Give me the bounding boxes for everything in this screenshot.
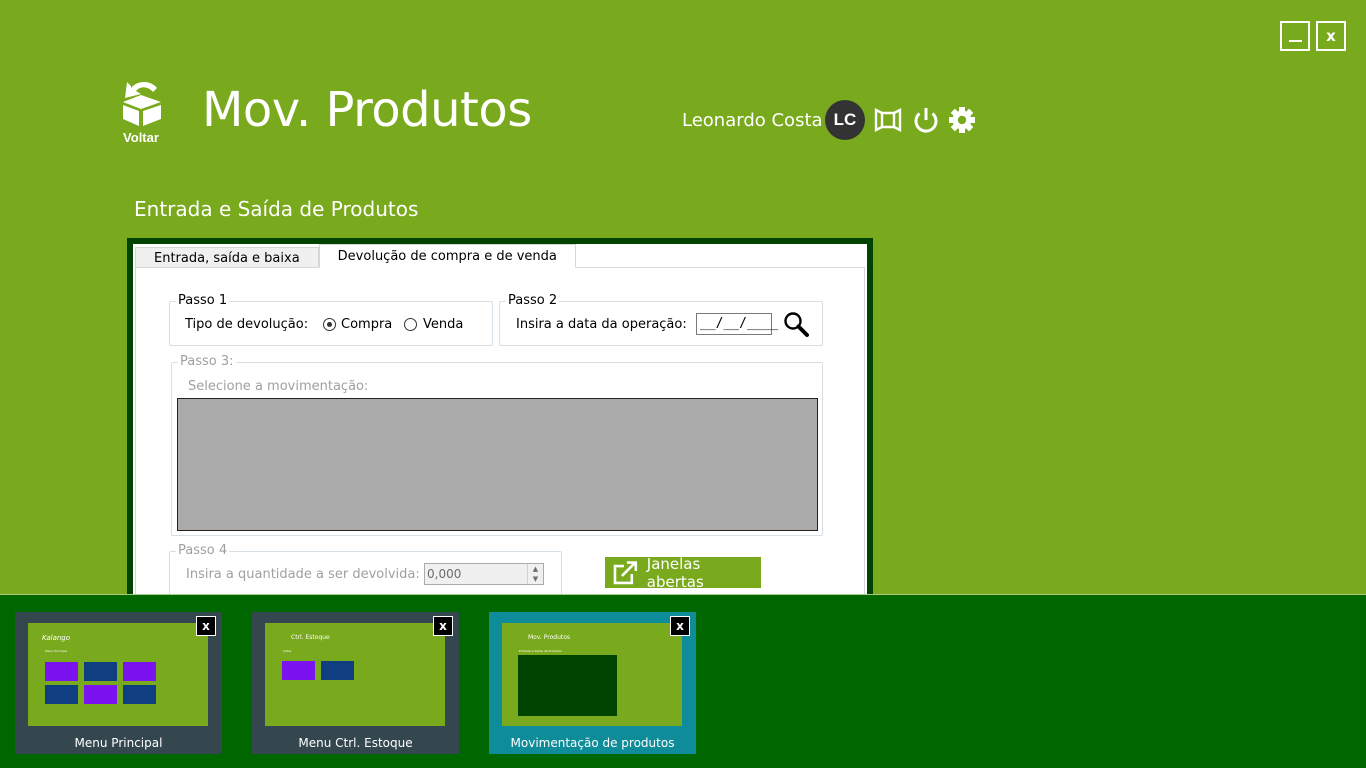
thumb-preview: Ctrl. Estoque Voltar	[265, 623, 445, 726]
back-label: Voltar	[123, 130, 159, 145]
gear-icon[interactable]	[947, 104, 977, 136]
page-title: Mov. Produtos	[202, 82, 532, 138]
close-window-button[interactable]: x	[1316, 21, 1346, 51]
section-subtitle: Entrada e Saída de Produtos	[134, 197, 419, 221]
window-thumb-ctrl-estoque[interactable]: Ctrl. Estoque Voltar x Menu Ctrl. Estoqu…	[252, 612, 459, 754]
tab-entrada-saida-baixa[interactable]: Entrada, saída e baixa	[135, 247, 319, 268]
step2-title: Passo 2	[506, 293, 560, 308]
movement-grid[interactable]	[177, 398, 818, 531]
step3-group: Passo 3: Selecione a movimentação:	[171, 354, 823, 536]
window-thumb-menu-principal[interactable]: Kalango Menu Principal x Menu Principal	[15, 612, 222, 754]
step1-group: Passo 1 Tipo de devolução: Compra Venda	[169, 293, 493, 346]
thumb-mini-title: Kalango	[42, 634, 71, 642]
thumb-mini-title: Ctrl. Estoque	[291, 634, 330, 641]
quantity-value: 0,000	[427, 567, 462, 581]
radio-venda-label[interactable]: Venda	[423, 317, 463, 332]
thumb-tile	[123, 662, 156, 681]
external-window-icon	[613, 560, 638, 584]
operation-date-field[interactable]: __/__/____	[696, 313, 778, 335]
step4-group: Passo 4 Insira a quantidade a ser devolv…	[169, 543, 562, 596]
thumb-tile	[123, 685, 156, 704]
thumb-mini-title: Mov. Produtos	[528, 634, 571, 641]
thumb-label: Menu Ctrl. Estoque	[298, 736, 413, 750]
back-button[interactable]: Voltar	[114, 78, 168, 152]
spin-up-icon[interactable]: ▲	[533, 565, 538, 573]
tab-content: Passo 1 Tipo de devolução: Compra Venda …	[135, 267, 865, 596]
minimize-icon	[1288, 40, 1302, 42]
user-name: Leonardo Costa	[682, 110, 823, 131]
thumb-tile	[84, 662, 117, 681]
minimize-button[interactable]	[1280, 21, 1310, 51]
spin-down-icon[interactable]: ▼	[533, 575, 538, 583]
step3-title: Passo 3:	[178, 354, 236, 369]
open-windows-button[interactable]: Janelas abertas	[605, 554, 761, 591]
thumb-tile	[45, 685, 78, 704]
search-icon[interactable]	[783, 311, 811, 338]
spin-buttons[interactable]: ▲ ▼	[527, 564, 543, 584]
step1-title: Passo 1	[176, 293, 230, 308]
fullscreen-icon[interactable]	[874, 104, 904, 136]
thumb-label: Movimentação de produtos	[510, 736, 675, 750]
thumb-tile	[282, 661, 315, 680]
thumb-preview: Mov. Produtos Entrada e Saída de Produto…	[502, 623, 682, 726]
radio-venda[interactable]	[404, 318, 417, 331]
avatar[interactable]: LC	[825, 100, 865, 140]
quantity-stepper[interactable]: 0,000 ▲ ▼	[424, 563, 544, 585]
return-type-label: Tipo de devolução:	[185, 317, 309, 332]
tab-strip: Entrada, saída e baixa Devolução de comp…	[135, 244, 576, 268]
thumb-mini-sub: Entrada e Saída de Produtos	[519, 649, 562, 653]
thumb-tile	[45, 662, 78, 681]
movement-form-panel: Entrada, saída e baixa Devolução de comp…	[127, 238, 873, 596]
thumb-close-button[interactable]: x	[433, 616, 453, 636]
radio-compra-label[interactable]: Compra	[341, 317, 392, 332]
select-movement-label: Selecione a movimentação:	[188, 379, 369, 394]
thumb-panel	[518, 655, 617, 716]
taskbar: Kalango Menu Principal x Menu Principal …	[0, 594, 1366, 768]
radio-compra[interactable]	[323, 318, 336, 331]
step4-title: Passo 4	[176, 543, 230, 558]
step2-group: Passo 2 Insira a data da operação: __/__…	[499, 293, 823, 346]
quantity-label: Insira a quantidade a ser devolvida:	[186, 567, 420, 582]
operation-date-label: Insira a data da operação:	[516, 317, 687, 332]
tab-devolucao[interactable]: Devolução de compra e de venda	[318, 244, 576, 268]
thumb-tile	[321, 661, 354, 680]
thumb-preview: Kalango Menu Principal	[28, 623, 208, 726]
back-box-icon	[123, 82, 161, 126]
window-thumb-movimentacao[interactable]: Mov. Produtos Entrada e Saída de Produto…	[489, 612, 696, 754]
power-icon[interactable]	[911, 104, 941, 136]
thumb-mini-sub: Voltar	[283, 649, 292, 653]
thumb-label: Menu Principal	[74, 736, 163, 750]
thumb-mini-sub: Menu Principal	[45, 649, 67, 653]
open-windows-label: Janelas abertas	[646, 554, 704, 591]
thumb-tile	[84, 685, 117, 704]
thumb-close-button[interactable]: x	[670, 616, 690, 636]
thumb-close-button[interactable]: x	[196, 616, 216, 636]
